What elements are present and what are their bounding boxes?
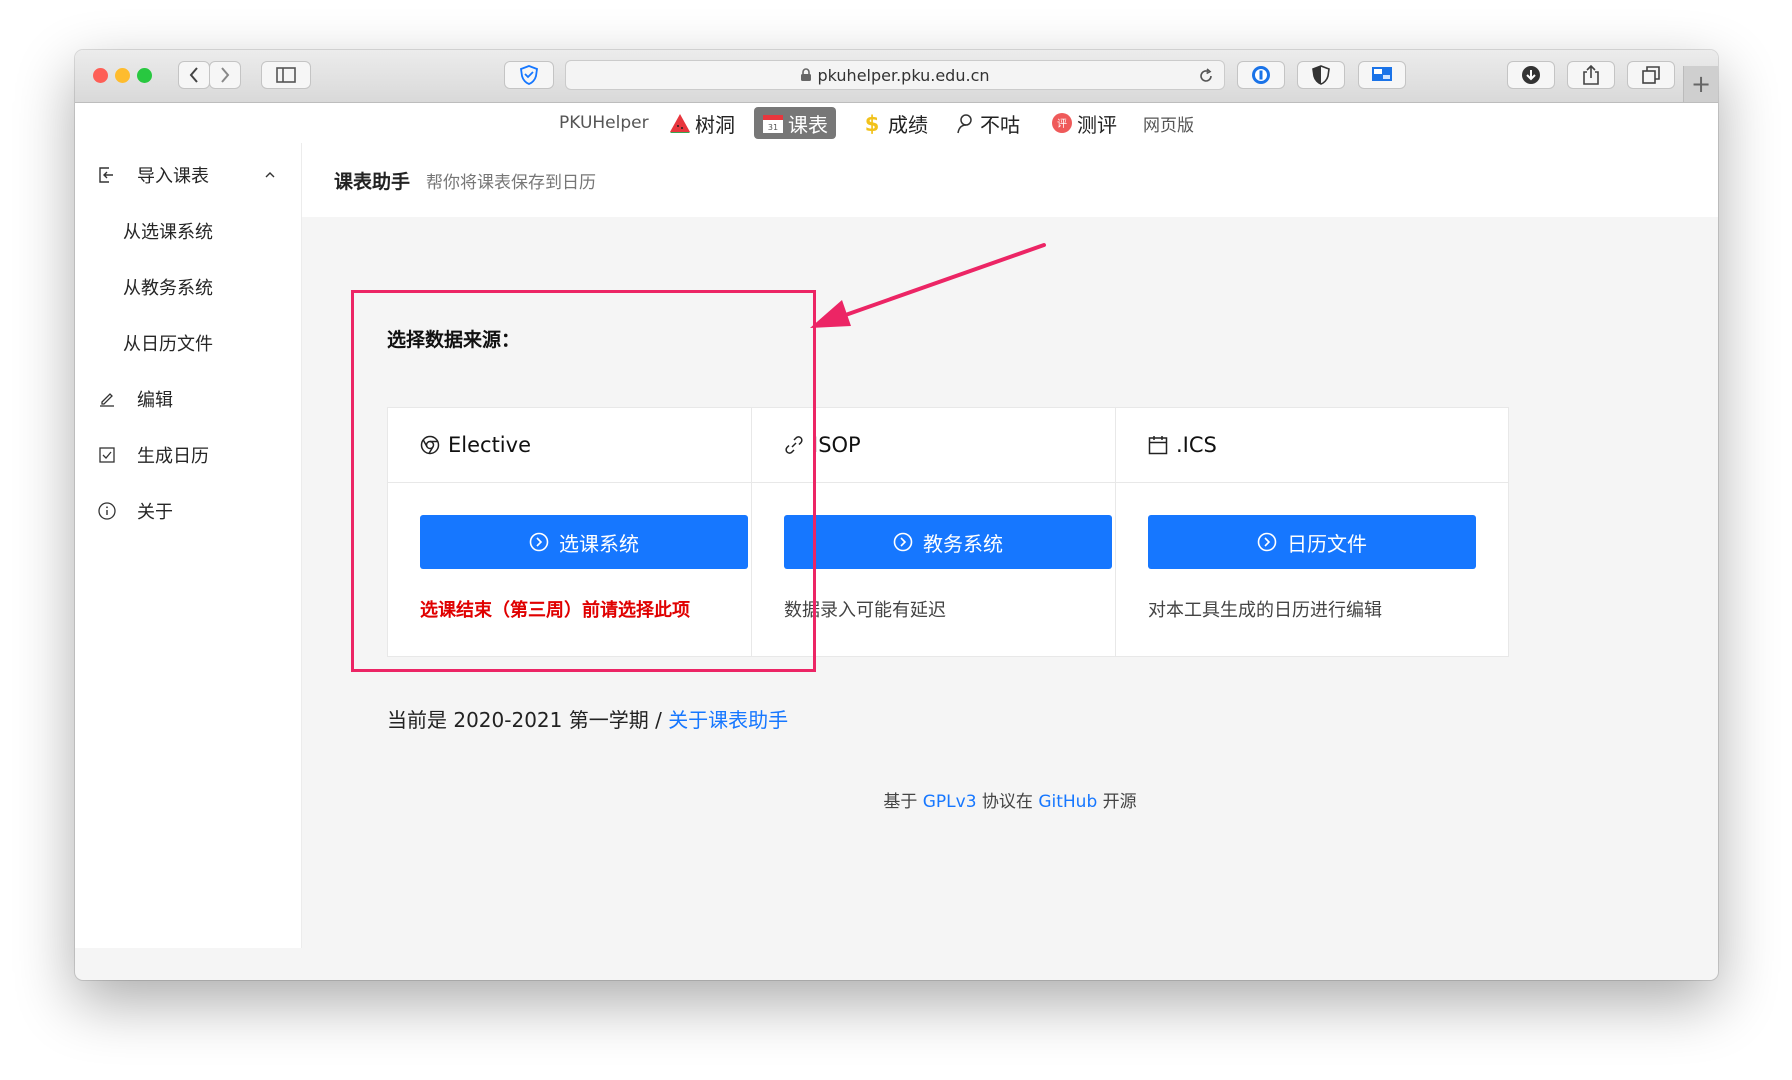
zoom-window-button[interactable] <box>137 68 152 83</box>
check-square-icon <box>98 446 116 464</box>
new-tab-button[interactable]: + <box>1683 66 1718 102</box>
nav-brand[interactable]: PKUHelper <box>559 107 649 139</box>
card-elective: Elective 选课系统 选课结束（第三周）前请选择此项 <box>387 407 781 657</box>
nav-item-chengji[interactable]: $ 成绩 <box>860 107 928 139</box>
card-header: .ICS <box>1116 408 1508 483</box>
half-shield-icon <box>1312 65 1330 85</box>
edit-icon <box>98 390 116 408</box>
sidebar-toggle-button[interactable] <box>261 61 311 89</box>
ics-button[interactable]: 日历文件 <box>1148 515 1476 569</box>
back-button[interactable] <box>178 61 210 89</box>
arrow-circle-icon <box>529 532 549 552</box>
about-link[interactable]: 关于课表助手 <box>668 708 788 732</box>
card-isop: ISOP 教务系统 数据录入可能有延迟 <box>751 407 1145 657</box>
nav-web-version[interactable]: 网页版 <box>1143 107 1194 139</box>
close-window-button[interactable] <box>93 68 108 83</box>
monitor-icon <box>1372 67 1392 81</box>
rating-icon: 评 <box>1052 113 1072 133</box>
arrow-circle-icon <box>893 532 913 552</box>
browser-toolbar: pkuhelper.pku.edu.cn + <box>75 50 1718 103</box>
sidebar-item-from-elective[interactable]: 从选课系统 <box>75 203 301 259</box>
info-icon <box>98 502 116 520</box>
card-header: Elective <box>388 408 780 483</box>
elective-note: 选课结束（第三周）前请选择此项 <box>420 600 690 621</box>
sidebar-item-import[interactable]: 导入课表 <box>75 147 301 203</box>
site-nav: PKUHelper 树洞 31 课表 $ 成绩 不咕 评 测评 网页版 <box>75 103 1718 143</box>
sidebar-item-from-isop[interactable]: 从教务系统 <box>75 259 301 315</box>
nav-item-ceping[interactable]: 评 测评 <box>1051 107 1117 139</box>
calendar-icon: 31 <box>763 115 783 133</box>
main-content: 选择数据来源： Elective 选课系统 选课结束（第三周）前请选择此项 IS… <box>302 217 1718 980</box>
share-button[interactable] <box>1567 61 1615 89</box>
import-icon <box>98 166 116 184</box>
chevron-right-icon <box>221 67 230 83</box>
onepassword-icon <box>1252 66 1270 84</box>
card-ics: .ICS 日历文件 对本工具生成的日历进行编辑 <box>1115 407 1509 657</box>
arrow-circle-icon <box>1257 532 1277 552</box>
elective-button[interactable]: 选课系统 <box>420 515 748 569</box>
extension-button[interactable] <box>1297 61 1345 89</box>
lock-icon <box>801 68 812 81</box>
dollar-icon: $ <box>865 112 880 134</box>
nav-item-bugu[interactable]: 不咕 <box>954 107 1020 139</box>
tabs-overview-button[interactable] <box>1627 61 1675 89</box>
svg-text:$: $ <box>865 112 880 134</box>
sidebar-item-from-ics[interactable]: 从日历文件 <box>75 315 301 371</box>
isop-button[interactable]: 教务系统 <box>784 515 1112 569</box>
plus-icon: + <box>1690 70 1712 98</box>
annotation-arrow <box>810 243 1046 328</box>
watermelon-icon <box>670 114 690 133</box>
chevron-up-icon <box>265 172 275 178</box>
isop-note: 数据录入可能有延迟 <box>784 600 946 621</box>
url-text: pkuhelper.pku.edu.cn <box>817 65 990 85</box>
nav-item-kebiao[interactable]: 31 课表 <box>754 107 836 139</box>
page-title: 课表助手 <box>334 170 411 193</box>
license-link[interactable]: GPLv3 <box>923 792 977 812</box>
reload-icon[interactable] <box>1198 68 1214 84</box>
forward-button[interactable] <box>209 61 241 89</box>
card-header: ISOP <box>752 408 1144 483</box>
download-icon <box>1522 66 1540 84</box>
share-icon <box>1583 65 1599 85</box>
github-link[interactable]: GitHub <box>1038 792 1097 812</box>
sidebar-item-generate[interactable]: 生成日历 <box>75 427 301 483</box>
semester-info: 当前是 2020-2021 第一学期 / 关于课表助手 <box>387 708 789 732</box>
svg-text:评: 评 <box>1057 118 1067 130</box>
sidebar-item-edit[interactable]: 编辑 <box>75 371 301 427</box>
page-subtitle: 帮你将课表保存到日历 <box>426 172 597 193</box>
ics-note: 对本工具生成的日历进行编辑 <box>1148 600 1382 621</box>
calendar-icon <box>1148 436 1168 455</box>
minimize-window-button[interactable] <box>115 68 130 83</box>
browser-window: pkuhelper.pku.edu.cn + PKUHelper 树洞 31 课… <box>75 50 1718 980</box>
screen-extension-button[interactable] <box>1358 61 1406 89</box>
address-bar[interactable]: pkuhelper.pku.edu.cn <box>565 60 1225 90</box>
nav-item-shudong[interactable]: 树洞 <box>669 107 735 139</box>
link-icon <box>785 436 803 454</box>
person-icon <box>957 114 972 134</box>
downloads-button[interactable] <box>1507 61 1555 89</box>
sidebar: 导入课表 从选课系统 从教务系统 从日历文件 编辑 生成日历 关于 <box>75 143 302 948</box>
privacy-shield-button[interactable] <box>504 61 554 89</box>
footer: 基于 GPLv3 协议在 GitHub 开源 <box>883 792 1137 812</box>
page-header: 课表助手 帮你将课表保存到日历 <box>302 143 1718 217</box>
password-manager-button[interactable] <box>1237 61 1285 89</box>
tabs-icon <box>1642 66 1660 84</box>
sidebar-item-about[interactable]: 关于 <box>75 483 301 539</box>
sidebar-icon <box>276 67 296 83</box>
chrome-icon <box>420 435 440 455</box>
svg-text:31: 31 <box>768 123 778 132</box>
chevron-left-icon <box>189 67 198 83</box>
shield-icon <box>520 65 538 85</box>
